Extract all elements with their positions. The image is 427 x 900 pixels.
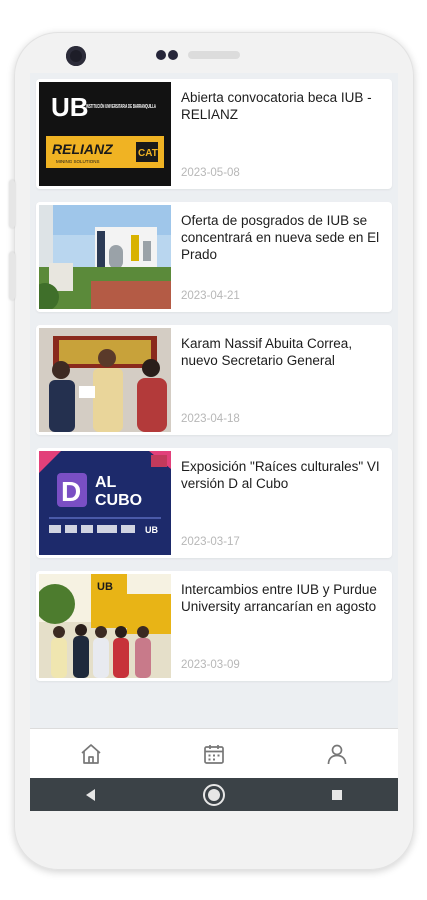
bottom-navigation	[30, 728, 398, 778]
recents-icon	[331, 789, 342, 800]
cubo-text: CUBO	[95, 492, 142, 509]
profile-icon	[327, 744, 346, 764]
news-title: Abierta convocatoria beca IUB - RELIANZ	[181, 90, 372, 122]
news-thumbnail: UB INSTITUCIÓN UNIVERSITARIA DE BARRANQU…	[39, 82, 171, 186]
app-screen: UB INSTITUCIÓN UNIVERSITARIA DE BARRANQU…	[30, 73, 398, 811]
al-text: AL	[95, 474, 117, 491]
volume-up-button	[9, 180, 15, 228]
back-icon	[86, 788, 96, 801]
building-sign: UB	[97, 581, 113, 593]
system-back-button[interactable]	[75, 781, 107, 809]
news-thumbnail: UB	[39, 574, 171, 678]
volume-down-button	[9, 252, 15, 300]
partner-badge: CAT	[138, 148, 158, 159]
home-icon	[81, 743, 101, 764]
calendar-icon	[204, 744, 224, 764]
ub-footer-logo: UB	[145, 525, 158, 535]
news-title: Oferta de posgrados de IUB se concentrar…	[181, 213, 380, 262]
news-title: Karam Nassif Abuita Correa, nuevo Secret…	[181, 336, 353, 368]
nav-home-button[interactable]	[71, 734, 111, 774]
sensor-dot	[168, 50, 178, 60]
news-title: Intercambios entre IUB y Purdue Universi…	[181, 582, 377, 614]
partner-name: RELIANZ	[52, 141, 113, 157]
news-title: Exposición "Raíces culturales" VI versió…	[181, 459, 380, 491]
news-card[interactable]: Oferta de posgrados de IUB se concentrar…	[36, 202, 392, 312]
home-circle-icon	[202, 783, 225, 806]
system-recents-button[interactable]	[321, 781, 353, 809]
system-home-button[interactable]	[198, 781, 230, 809]
nav-calendar-button[interactable]	[194, 734, 234, 774]
news-thumbnail	[39, 205, 171, 309]
news-date: 2023-03-17	[181, 536, 240, 548]
news-card[interactable]: Karam Nassif Abuita Correa, nuevo Secret…	[36, 325, 392, 435]
news-date: 2023-05-08	[181, 167, 240, 179]
news-card[interactable]: D AL CUBO UB Exposición "Raíces cultural…	[36, 448, 392, 558]
news-list: UB INSTITUCIÓN UNIVERSITARIA DE BARRANQU…	[30, 73, 398, 728]
d-letter: D	[61, 476, 81, 507]
nav-profile-button[interactable]	[317, 734, 357, 774]
news-card[interactable]: UB INSTITUCIÓN UNIVERSITARIA DE BARRANQU…	[36, 79, 392, 189]
sensor-dot	[156, 50, 166, 60]
institution-name: INSTITUCIÓN UNIVERSITARIA DE BARRANQUILL…	[86, 102, 156, 110]
news-card[interactable]: UB Intercambios entre IUB y Purdue Unive…	[36, 571, 392, 681]
earpiece-speaker	[188, 51, 240, 59]
iub-logo: UB	[51, 92, 89, 122]
partner-tagline: MINING SOLUTIONS	[56, 159, 100, 164]
news-thumbnail	[39, 328, 171, 432]
news-thumbnail: D AL CUBO UB	[39, 451, 171, 555]
system-navigation-bar	[30, 778, 398, 811]
news-date: 2023-04-21	[181, 290, 240, 302]
news-date: 2023-03-09	[181, 659, 240, 671]
news-date: 2023-04-18	[181, 413, 240, 425]
front-camera	[66, 46, 86, 66]
